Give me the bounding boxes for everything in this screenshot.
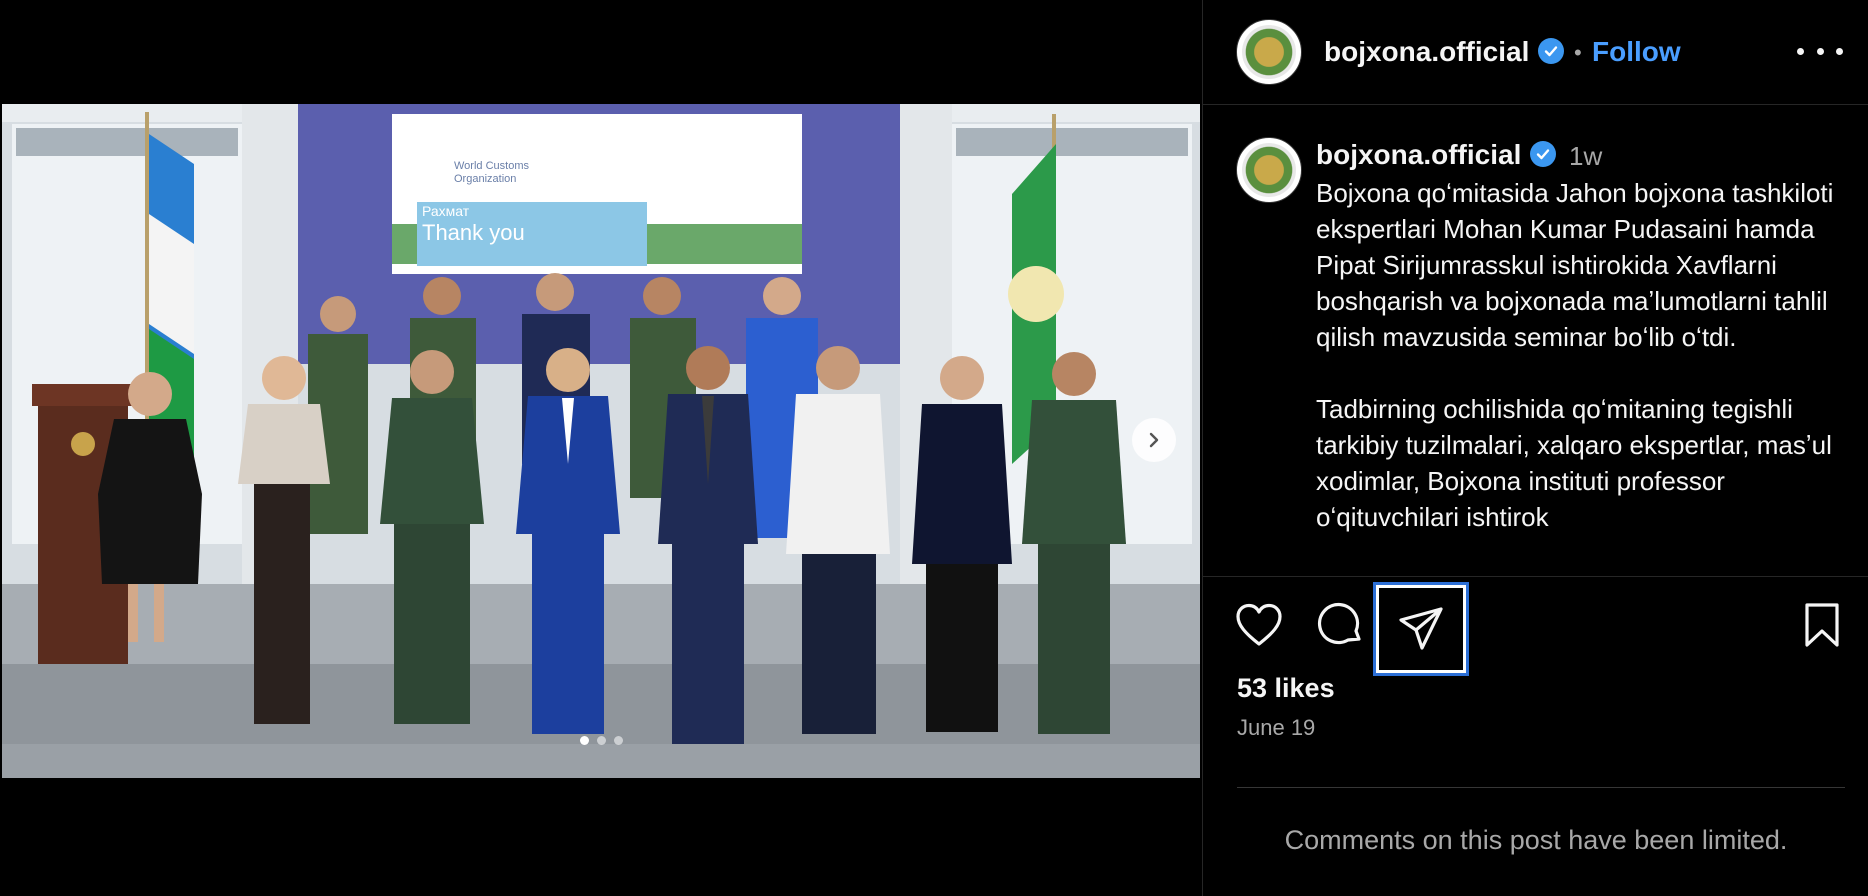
caption-username[interactable]: bojxona.official bbox=[1316, 139, 1521, 171]
screen-banner-small: Рахмат bbox=[422, 203, 470, 219]
slide-dot-2 bbox=[596, 736, 606, 745]
like-button[interactable] bbox=[1233, 599, 1285, 651]
paper-plane-icon bbox=[1399, 607, 1443, 650]
post-time-ago[interactable]: 1w bbox=[1569, 141, 1602, 172]
divider bbox=[1237, 787, 1845, 788]
post-caption: Bojxona qoʻmitasida Jahon bojxona tashki… bbox=[1316, 178, 1834, 532]
comments-limited-notice: Comments on this post have been limited. bbox=[1284, 825, 1788, 855]
post-header: bojxona.official • Follow bbox=[1203, 0, 1868, 105]
next-slide-button[interactable] bbox=[1132, 418, 1176, 462]
share-button[interactable] bbox=[1373, 582, 1469, 676]
comment-bubble-icon bbox=[1317, 603, 1361, 645]
comment-button[interactable] bbox=[1315, 599, 1367, 651]
checkmark-icon bbox=[1536, 149, 1550, 160]
screen-banner-big: Thank you bbox=[422, 220, 525, 245]
avatar-emblem bbox=[1242, 25, 1296, 79]
screen-text-line2: Organization bbox=[454, 173, 516, 185]
slide-dot-3 bbox=[613, 736, 623, 745]
post-date[interactable]: June 19 bbox=[1237, 715, 1315, 741]
header-separator: • bbox=[1574, 40, 1582, 65]
caption-author-avatar[interactable] bbox=[1236, 137, 1302, 203]
author-avatar[interactable] bbox=[1236, 19, 1302, 85]
bookmark-icon bbox=[1805, 603, 1839, 647]
slide-dot-1 bbox=[579, 736, 589, 745]
checkmark-icon bbox=[1544, 46, 1558, 57]
post-side-panel: bojxona.official • Follow bojxona.offici… bbox=[1202, 0, 1868, 896]
media-pane: World Customs Organization Рахмат Thank … bbox=[0, 0, 1202, 896]
instagram-post-modal: World Customs Organization Рахмат Thank … bbox=[0, 0, 1868, 896]
verified-badge-icon bbox=[1538, 38, 1564, 64]
group-photo-illustration: World Customs Organization Рахмат Thank … bbox=[2, 104, 1200, 778]
slide-indicator bbox=[0, 736, 1202, 745]
chevron-right-icon bbox=[1149, 432, 1159, 448]
author-username[interactable]: bojxona.official bbox=[1324, 36, 1529, 68]
verified-badge-icon bbox=[1530, 141, 1556, 167]
more-options-icon[interactable] bbox=[1797, 36, 1843, 66]
likes-count[interactable]: 53 likes bbox=[1237, 673, 1335, 704]
post-actions: 53 likes June 19 Comments on this post h… bbox=[1203, 576, 1868, 896]
screen-text-line1: World Customs bbox=[454, 160, 529, 172]
heart-icon bbox=[1236, 603, 1282, 646]
post-photo[interactable]: World Customs Organization Рахмат Thank … bbox=[2, 104, 1200, 778]
avatar-emblem bbox=[1242, 143, 1296, 197]
follow-button[interactable]: Follow bbox=[1592, 36, 1681, 68]
save-button[interactable] bbox=[1797, 599, 1847, 651]
caption-area: bojxona.official 1w Bojxona qoʻmitasida … bbox=[1203, 105, 1868, 575]
